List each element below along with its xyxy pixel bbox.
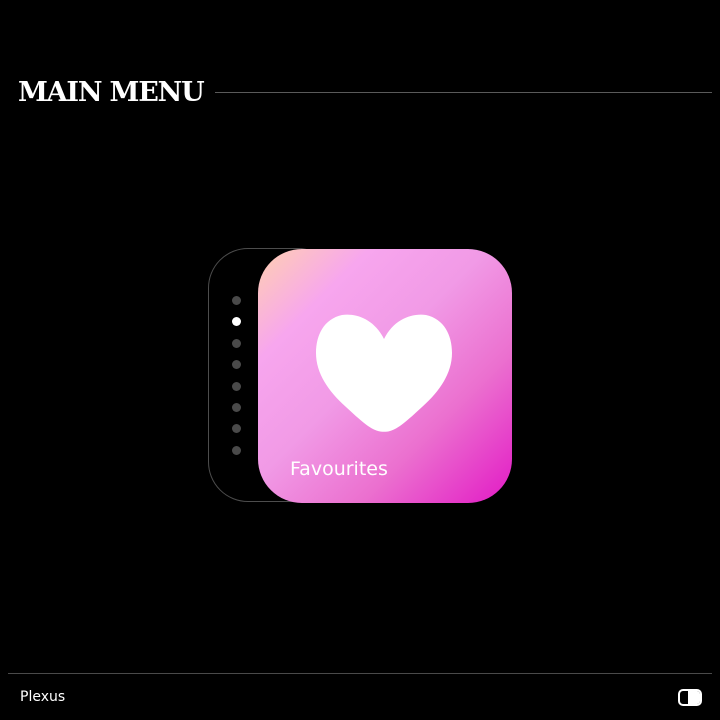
header: MAIN MENU [18, 74, 712, 110]
page-dot-active[interactable] [231, 317, 241, 327]
menu-item-label: Favourites [290, 458, 388, 480]
page-dot[interactable] [231, 296, 241, 305]
toggle-knob [688, 691, 700, 704]
header-divider [215, 91, 712, 93]
menu-item-favourites[interactable]: Favourites [258, 249, 512, 503]
footer-divider [8, 673, 712, 674]
page-dot[interactable] [231, 360, 241, 370]
page-dot[interactable] [231, 402, 241, 412]
heart-icon [316, 314, 452, 432]
page-dot[interactable] [231, 381, 241, 391]
page-indicator [231, 296, 241, 455]
page-dot[interactable] [231, 445, 241, 455]
page-dot[interactable] [231, 424, 241, 434]
menu-carousel: Favourites [208, 248, 514, 504]
brand-name: Plexus [20, 689, 66, 705]
page-title: MAIN MENU [18, 76, 205, 108]
toggle-switch-icon[interactable] [678, 689, 702, 706]
page-dot[interactable] [231, 338, 241, 348]
